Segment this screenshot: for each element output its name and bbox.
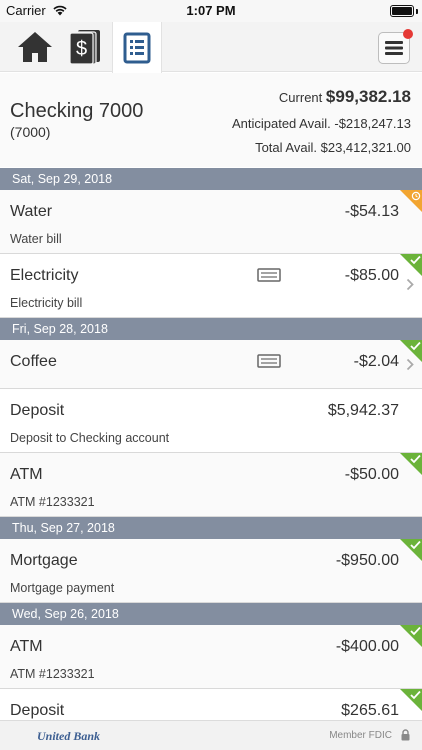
anticipated-balance-value: -$218,247.13 [334,116,411,131]
home-icon [18,32,52,62]
transaction-amount: $5,942.37 [327,402,399,419]
transaction-description: Deposit to Checking account [10,431,170,445]
transaction-name: Electricity [10,267,79,284]
transaction-row[interactable]: Mortgage -$950.00 Mortgage payment [0,539,422,603]
battery-cap [416,9,418,14]
transaction-amount: -$54.13 [344,203,399,220]
date-header: Fri, Sep 28, 2018 [0,318,422,340]
lock-icon [401,729,410,741]
memo-icon [257,268,281,282]
bank-logo: United Bank [37,729,101,743]
register-list-icon [123,32,151,63]
notification-dot [403,29,413,39]
transaction-row[interactable]: Coffee -$2.04 [0,340,422,389]
transaction-name: Deposit [10,702,65,719]
chevron-right-icon[interactable] [406,358,414,371]
transaction-row[interactable]: Deposit $265.61 [0,689,422,720]
transaction-name: Mortgage [10,552,78,569]
tab-home[interactable] [10,22,60,72]
transaction-amount: $265.61 [341,702,399,719]
transaction-row[interactable]: Electricity -$85.00 Electricity bill [0,254,422,318]
transaction-amount: -$400.00 [335,638,399,655]
transaction-amount: -$85.00 [344,267,399,284]
menu-button[interactable] [378,29,413,64]
transaction-name: ATM [10,466,43,483]
transaction-amount: -$50.00 [344,466,399,483]
anticipated-balance-label: Anticipated Avail. [231,116,331,131]
checkmark-icon [410,341,421,351]
transaction-description: Water bill [10,232,62,246]
transaction-row[interactable]: Water -$54.13 Water bill [0,190,422,254]
transaction-name: Water [10,203,53,220]
transaction-description: Mortgage payment [10,581,115,595]
checkmark-icon [410,255,421,265]
svg-text:$: $ [76,38,87,60]
current-balance: Current $99,382.18 [279,87,411,107]
checkmark-icon [410,454,421,464]
current-balance-value: $99,382.18 [325,87,411,106]
footer: United Bank Member FDIC [0,720,422,750]
checkmark-icon [410,626,421,636]
transaction-name: Coffee [10,353,57,370]
status-time: 1:07 PM [186,3,236,18]
transaction-row[interactable]: Deposit $5,942.37 Deposit to Checking ac… [0,389,422,453]
total-balance: Total Avail. $23,412,321.00 [255,140,411,155]
date-header: Thu, Sep 27, 2018 [0,517,422,539]
tab-money[interactable]: $ [61,22,111,72]
account-name: Checking 7000 [10,100,144,122]
transaction-description: ATM #1233321 [10,495,95,509]
clock-icon [411,191,421,201]
transaction-name: ATM [10,638,43,655]
checkmark-icon [410,690,421,700]
tab-register[interactable] [112,22,162,73]
transaction-amount: -$950.00 [335,552,399,569]
member-fdic-label: Member FDIC [329,730,392,741]
transaction-name: Deposit [10,402,65,419]
hamburger-menu-icon [385,41,403,55]
transaction-row[interactable]: ATM -$400.00 ATM #1233321 [0,625,422,689]
memo-icon [257,354,281,368]
battery-icon [390,5,414,17]
anticipated-balance: Anticipated Avail. -$218,247.13 [232,116,411,131]
checkmark-icon [410,540,421,550]
date-header: Wed, Sep 26, 2018 [0,603,422,625]
account-number: (7000) [10,124,51,140]
account-summary: Checking 7000 (7000) Current $99,382.18 … [0,73,422,167]
transaction-description: Electricity bill [10,296,83,310]
money-stack-icon: $ [69,30,100,65]
transaction-amount: -$2.04 [353,353,399,370]
status-bar: Carrier 1:07 PM [0,0,422,22]
current-balance-label: Current [278,90,323,105]
total-balance-label: Total Avail. [255,140,317,155]
total-balance-value: $23,412,321.00 [320,140,411,155]
nav-bar: $ [0,22,422,73]
transaction-row[interactable]: ATM -$50.00 ATM #1233321 [0,453,422,517]
chevron-right-icon[interactable] [406,278,414,291]
transaction-description: ATM #1233321 [10,667,95,681]
date-header: Sat, Sep 29, 2018 [0,168,422,190]
